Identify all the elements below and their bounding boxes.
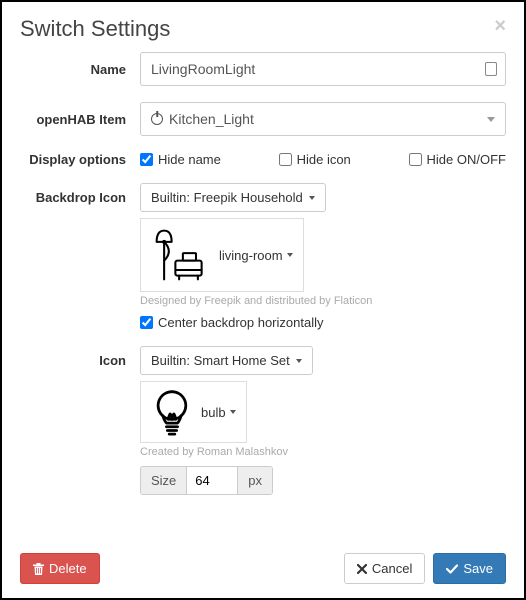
size-label: Size	[141, 467, 187, 494]
checkbox-hide-name[interactable]: Hide name	[140, 152, 221, 167]
chevron-down-icon	[296, 359, 302, 363]
item-select[interactable]: Kitchen_Light	[140, 102, 506, 136]
label-display-options: Display options	[20, 152, 140, 167]
modal-body: Name LivingRoomLight openHAB Item Kitche…	[20, 52, 506, 543]
chevron-down-icon	[309, 196, 315, 200]
icon-set-dropdown[interactable]: Builtin: Smart Home Set	[140, 346, 313, 375]
checkbox-hide-onoff[interactable]: Hide ON/OFF	[409, 152, 506, 167]
check-icon	[446, 564, 458, 574]
checkbox-hide-icon[interactable]: Hide icon	[279, 152, 351, 167]
chevron-down-icon	[487, 117, 495, 122]
bulb-icon	[151, 388, 193, 436]
living-room-icon	[151, 225, 211, 285]
backdrop-set-dropdown[interactable]: Builtin: Freepik Household	[140, 183, 326, 212]
modal-header: Switch Settings ×	[20, 16, 506, 42]
save-button[interactable]: Save	[433, 553, 506, 584]
icon-picker[interactable]: bulb	[140, 381, 247, 443]
close-icon	[357, 564, 367, 574]
chevron-down-icon	[287, 253, 293, 257]
checkbox-hide-onoff-input[interactable]	[409, 153, 422, 166]
checkbox-center-backdrop[interactable]: Center backdrop horizontally	[140, 315, 506, 330]
power-icon	[151, 113, 163, 125]
switch-settings-modal: Switch Settings × Name LivingRoomLight o…	[2, 2, 524, 598]
label-icon: Icon	[20, 346, 140, 368]
delete-button[interactable]: Delete	[20, 553, 100, 584]
name-field[interactable]: LivingRoomLight	[140, 52, 506, 86]
backdrop-icon-picker[interactable]: living-room	[140, 218, 304, 292]
icon-size-input[interactable]	[187, 467, 237, 494]
cancel-button[interactable]: Cancel	[344, 553, 425, 584]
trash-icon	[33, 563, 44, 575]
px-label: px	[237, 467, 272, 494]
checkbox-hide-icon-input[interactable]	[279, 153, 292, 166]
modal-title: Switch Settings	[20, 16, 170, 42]
label-name: Name	[20, 62, 140, 77]
keyboard-icon	[485, 62, 497, 76]
backdrop-credit: Designed by Freepik and distributed by F…	[140, 295, 506, 307]
icon-size-group: Size px	[140, 466, 273, 495]
close-icon[interactable]: ×	[494, 16, 506, 36]
checkbox-hide-name-input[interactable]	[140, 153, 153, 166]
label-backdrop-icon: Backdrop Icon	[20, 183, 140, 205]
modal-footer: Delete Cancel Save	[20, 543, 506, 584]
icon-credit: Created by Roman Malashkov	[140, 446, 506, 458]
label-item: openHAB Item	[20, 112, 140, 127]
chevron-down-icon	[230, 410, 236, 414]
checkbox-center-backdrop-input[interactable]	[140, 316, 153, 329]
